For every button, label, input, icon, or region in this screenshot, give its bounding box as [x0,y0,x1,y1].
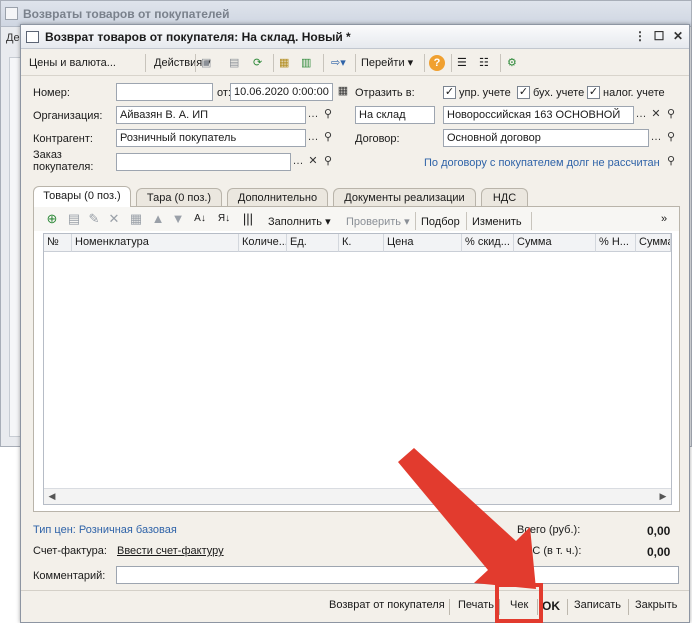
annotation-overlay [398,448,536,589]
tab-goods[interactable]: Товары (0 поз.) [33,186,131,207]
red-arrow-icon [398,448,536,589]
receipt-highlight-box [495,583,543,623]
